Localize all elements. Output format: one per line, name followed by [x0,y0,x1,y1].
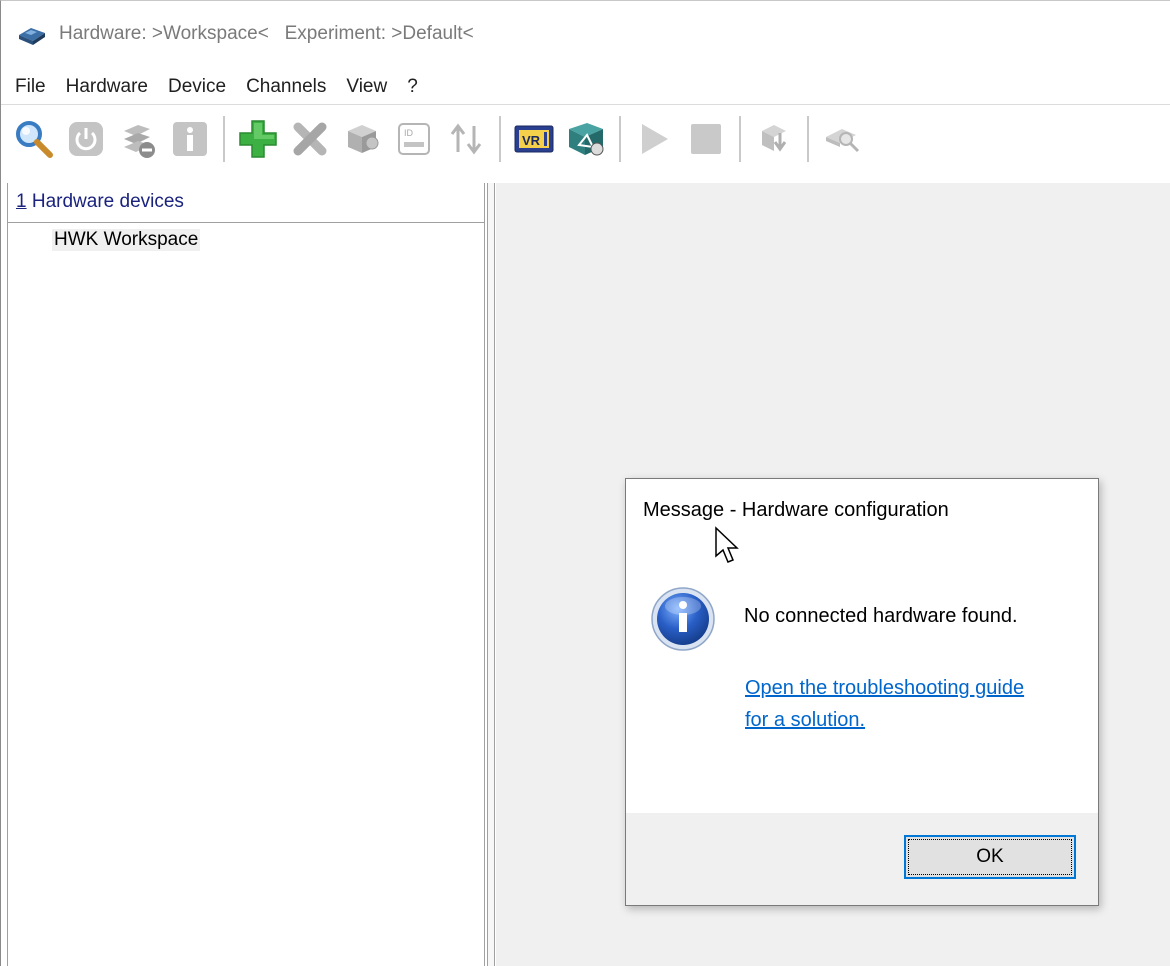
mouse-cursor-icon [714,526,740,571]
delete-icon [293,122,327,156]
add-button[interactable] [235,116,281,162]
toolbar-separator [499,116,501,162]
vr-icon: VR [514,125,554,153]
tree-header-label: Hardware devices [26,191,184,212]
title-bar: Hardware: >Workspace< Experiment: >Defau… [1,1,1170,67]
stop-icon [691,124,721,154]
dialog-message: No connected hardware found. [744,605,1018,627]
message-dialog: Message - Hardware configuration No conn… [625,478,1099,906]
add-icon [239,120,277,158]
toolbar: ID VR [1,109,1170,169]
dialog-title: Message - Hardware configuration [643,499,949,521]
play-icon [642,124,668,154]
tree-header[interactable]: 1 Hardware devices [8,183,484,223]
sort-button[interactable] [443,116,489,162]
menu-help[interactable]: ? [407,76,418,98]
import-button[interactable] [751,116,797,162]
stop-button[interactable] [683,116,729,162]
ok-button[interactable]: OK [904,835,1076,879]
info-icon [650,586,716,657]
search-button[interactable] [11,116,57,162]
power-button[interactable] [63,116,109,162]
sort-icon [450,123,482,155]
info-button[interactable] [167,116,213,162]
panel-splitter[interactable] [487,183,495,966]
window-title: Hardware: >Workspace< Experiment: >Defau… [59,23,474,44]
troubleshooting-link[interactable]: Open the troubleshooting guide for a sol… [745,672,1045,736]
id-card-button[interactable]: ID [391,116,437,162]
menu-device[interactable]: Device [168,76,226,98]
module-button[interactable] [339,116,385,162]
toolbar-separator [223,116,225,162]
app-window: Hardware: >Workspace< Experiment: >Defau… [0,0,1170,966]
id-card-icon: ID [398,123,430,155]
import-icon [762,125,787,152]
scan-icon [826,129,860,153]
scan-button[interactable] [819,116,865,162]
hardware-chip-icon [17,25,47,52]
sensor-database-button[interactable] [563,116,609,162]
toolbar-separator [619,116,621,162]
tree-header-count: 1 [16,191,27,212]
tree-item-hwk-workspace[interactable]: HWK Workspace [52,229,201,251]
menu-file[interactable]: File [15,76,46,98]
toolbar-separator [739,116,741,162]
svg-text:ID: ID [404,128,414,138]
toolbar-separator [807,116,809,162]
vr-button[interactable]: VR [511,116,557,162]
module-icon [348,125,379,153]
menu-view[interactable]: View [346,76,387,98]
power-icon [69,122,103,156]
dialog-footer: OK [626,813,1098,905]
sensor-database-icon [569,123,604,156]
play-button[interactable] [631,116,677,162]
svg-text:VR: VR [522,133,541,148]
search-icon [16,121,53,158]
hardware-tree-panel: 1 Hardware devices HWK Workspace [7,183,485,966]
menu-hardware[interactable]: Hardware [66,76,148,98]
menu-bar: File Hardware Device Channels View ? [1,69,1170,105]
delete-button[interactable] [287,116,333,162]
remove-device-button[interactable] [115,116,161,162]
info-icon [173,122,207,156]
remove-device-icon [124,125,155,158]
menu-channels[interactable]: Channels [246,76,326,98]
